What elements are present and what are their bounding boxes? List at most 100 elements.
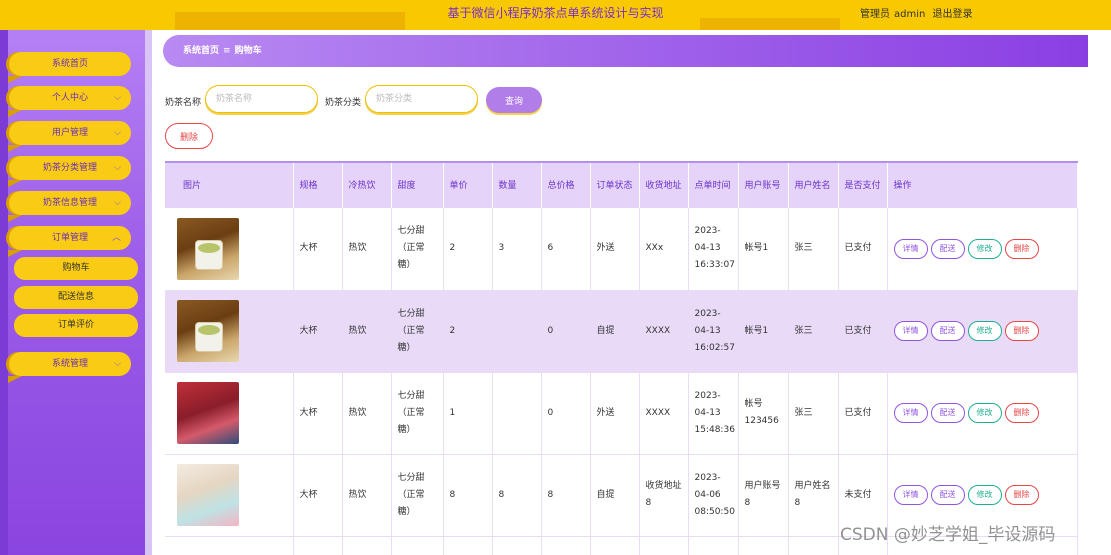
qty-cell <box>492 290 542 373</box>
paid-cell: 已支付 <box>838 208 888 291</box>
sidebar-item-home[interactable]: 系统首页 <box>8 52 131 83</box>
sidebar-item-label: 订单管理 <box>51 233 88 243</box>
header-cell: 是否支付 <box>838 162 888 208</box>
ship-button[interactable]: 配送 <box>930 238 965 259</box>
sidebar-item-categories[interactable]: 奶茶分类管理 ⌵ <box>8 156 131 187</box>
sidebar-item-label: 奶茶信息管理 <box>42 198 97 208</box>
total-cell: 6 <box>541 208 591 291</box>
edit-button[interactable]: 修改 <box>967 485 1002 505</box>
time-cell: 2023-04-13 16:33:07 <box>688 208 739 291</box>
price-cell: 1 <box>443 372 493 455</box>
image-cell <box>165 208 294 291</box>
header-cell: 用户姓名 <box>788 162 839 208</box>
detail-button[interactable]: 详情 <box>893 238 928 259</box>
image-cell <box>165 536 294 555</box>
delete-button[interactable]: 删除 <box>1004 485 1039 505</box>
category-search-input[interactable] <box>365 85 478 113</box>
delete-button[interactable]: 删除 <box>1004 403 1039 423</box>
total-cell: 0 <box>541 372 591 455</box>
ship-button[interactable]: 配送 <box>930 485 965 505</box>
spec-cell: 大杯 <box>293 454 343 537</box>
breadcrumb-current: 购物车 <box>234 46 262 56</box>
watermark: CSDN @妙芝学姐_毕设源码 <box>840 525 1056 545</box>
header-cell: 单价 <box>443 162 493 208</box>
delete-button[interactable]: 删除 <box>1004 321 1039 341</box>
header-cell: 甜度 <box>391 162 444 208</box>
sidebar-subitem-label: 订单评价 <box>57 320 94 330</box>
name-search-input[interactable] <box>205 85 318 113</box>
table-row[interactable]: 大杯 热饮 七分甜（正常糖） 1 0 外送 XXXX 2023-04-13 15… <box>165 372 1078 455</box>
total-cell: 8 <box>541 454 591 537</box>
image-cell <box>165 372 294 455</box>
status-cell: 外送 <box>590 372 640 455</box>
sidebar-item-label: 系统管理 <box>51 359 88 369</box>
product-image <box>177 382 239 444</box>
breadcrumb-separator-icon: ≡ <box>223 46 231 56</box>
qty-cell: 3 <box>492 208 542 291</box>
address-cell: XXXX <box>639 290 689 373</box>
sweetness-cell: 七分甜（正常糖） <box>391 290 444 373</box>
ship-button[interactable]: 配送 <box>930 403 965 423</box>
edit-button[interactable]: 修改 <box>967 321 1002 341</box>
edit-button[interactable]: 修改 <box>967 403 1002 423</box>
sidebar-item-products[interactable]: 奶茶信息管理 ⌵ <box>8 191 131 222</box>
breadcrumb-home[interactable]: 系统首页 <box>183 46 219 56</box>
price-cell: 8 <box>443 454 493 537</box>
category-label: 奶茶分类 <box>325 98 362 108</box>
top-bar: 基于微信小程序奶茶点单系统设计与实现 管理员 admin 退出登录 <box>0 0 1111 30</box>
temp-cell: 热饮 <box>342 372 392 455</box>
product-image <box>177 217 239 280</box>
name-label: 奶茶名称 <box>165 98 202 108</box>
header-cell: 收货地址 <box>639 162 689 208</box>
ribbon-flag <box>8 250 22 257</box>
delete-button[interactable]: 删除 <box>1004 238 1039 259</box>
table-header-row: 图片 规格 冷热饮 甜度 单价 数量 总价格 订单状态 收货地址 点单时间 用户… <box>165 162 1078 208</box>
sidebar-item-users[interactable]: 用户管理 ⌵ <box>8 121 131 152</box>
table-row[interactable]: 大杯 热饮 七分甜（正常糖） 2 3 6 外送 XXx 2023-04-13 1… <box>165 208 1078 291</box>
name-cell: 张三 <box>788 290 839 373</box>
sidebar-subitem-label: 配送信息 <box>57 292 94 302</box>
edit-button[interactable]: 修改 <box>967 238 1002 259</box>
user-role: 管理员 <box>860 9 890 20</box>
sidebar-subitem-reviews[interactable]: 订单评价 <box>14 314 138 337</box>
sidebar-subitem-delivery[interactable]: 配送信息 <box>14 286 138 309</box>
chevron-down-icon: ⌵ <box>114 163 121 173</box>
operations-cell: 详情 配送 修改 删除 <box>887 208 1078 291</box>
qty-cell <box>492 372 542 455</box>
price-cell: 2 <box>443 208 493 291</box>
sidebar-item-label: 用户管理 <box>51 128 88 138</box>
sidebar-item-system[interactable]: 系统管理 ⌵ <box>8 352 131 383</box>
spec-cell: 大杯 <box>293 208 343 291</box>
image-cell <box>165 290 294 373</box>
search-button[interactable]: 查询 <box>486 87 542 113</box>
sidebar-item-orders[interactable]: 订单管理 ︿ <box>8 226 131 257</box>
header-cell: 订单状态 <box>590 162 640 208</box>
account-cell: 用户账号8 <box>738 454 789 537</box>
header-cell: 冷热饮 <box>342 162 392 208</box>
total-cell: 0 <box>541 290 591 373</box>
spec-cell: 大杯 <box>293 372 343 455</box>
ship-button[interactable]: 配送 <box>930 321 965 341</box>
detail-button[interactable]: 详情 <box>893 403 928 423</box>
detail-button[interactable]: 详情 <box>893 485 928 505</box>
sidebar-edge <box>0 30 8 555</box>
user-area: 管理员 admin 退出登录 <box>860 5 977 20</box>
header-cell: 总价格 <box>541 162 591 208</box>
qty-cell: 8 <box>492 454 542 537</box>
header-cell: 数量 <box>492 162 542 208</box>
time-cell: 2023-04-13 16:02:57 <box>688 290 739 373</box>
chevron-down-icon: ⌵ <box>114 198 121 208</box>
header-cell: 规格 <box>293 162 343 208</box>
detail-button[interactable]: 详情 <box>893 321 928 341</box>
price-cell: 2 <box>443 290 493 373</box>
header-cell: 用户账号 <box>738 162 789 208</box>
logout-link[interactable]: 退出登录 <box>933 9 973 20</box>
name-cell: 张三 <box>788 208 839 291</box>
temp-cell: 热饮 <box>342 290 392 373</box>
username: admin <box>894 9 926 20</box>
bulk-delete-button[interactable]: 删除 <box>165 123 213 149</box>
name-cell: 用户姓名8 <box>788 454 839 537</box>
table-row[interactable]: 大杯 热饮 七分甜（正常糖） 2 0 自提 XXXX 2023-04-13 16… <box>165 290 1078 373</box>
sidebar-item-profile[interactable]: 个人中心 ⌵ <box>8 86 131 117</box>
sidebar-subitem-cart[interactable]: 购物车 <box>14 257 138 280</box>
